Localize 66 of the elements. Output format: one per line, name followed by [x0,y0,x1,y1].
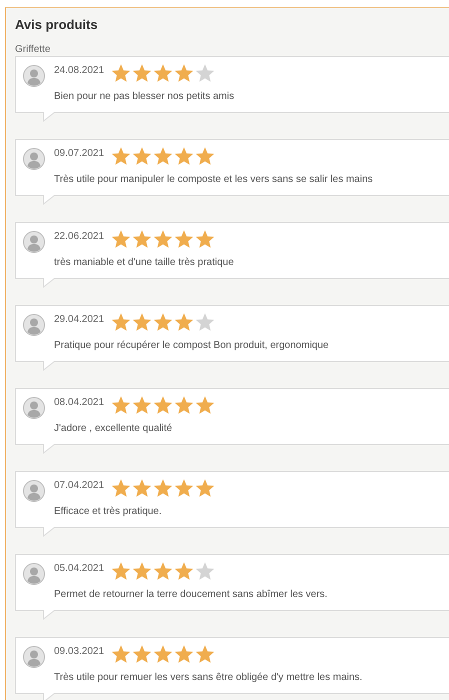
star-icon [153,644,174,664]
star-icon [132,229,152,249]
star-icon [174,312,194,332]
star-icon [132,312,152,332]
star-icon [132,478,152,498]
star-icon [195,395,216,415]
star-icon [174,478,194,498]
review-text: J'adore , excellente qualité [54,423,174,435]
star-icon [132,644,152,664]
avatar-icon [23,646,45,668]
star-icon [174,229,194,249]
review-date: 22.06.2021 [54,230,104,244]
star-icon [195,312,216,332]
star-icon [195,229,216,249]
star-icon [111,478,132,498]
section-title: Avis produits [15,16,99,34]
avatar-icon [23,314,45,336]
review-text: Très utile pour remuer les vers sans être obligée d'y mettre les mains. [54,672,362,684]
star-icon [153,561,174,581]
star-icon [195,146,216,166]
review-date: 09.07.2021 [54,147,104,161]
star-icon [111,146,132,166]
star-icon [111,63,132,83]
star-icon [153,229,174,249]
star-icon [174,561,194,581]
review-text: Bien pour ne pas blesser nos petits amis [54,91,234,103]
star-icon [132,395,152,415]
star-icon [174,146,194,166]
review-date: 29.04.2021 [54,313,104,327]
star-icon [174,63,194,83]
star-icon [153,146,174,166]
star-icon [153,395,174,415]
avatar-icon [23,563,45,585]
star-icon [111,395,132,415]
star-icon [111,229,132,249]
review-text: très maniable et d'une taille très pratique [54,257,234,269]
review-date: 24.08.2021 [54,64,104,78]
star-icon [195,478,216,498]
avatar-icon [23,65,45,87]
star-icon [153,478,174,498]
avatar-icon [23,148,45,170]
product-name: Griffette [15,44,52,56]
review-date: 09.03.2021 [54,645,104,659]
star-icon [174,644,194,664]
star-icon [132,146,152,166]
review-date: 05.04.2021 [54,562,104,576]
avatar-icon [23,231,45,253]
star-icon [174,395,194,415]
star-icon [132,63,152,83]
star-icon [111,312,132,332]
review-text: Efficace et très pratique. [54,506,163,518]
star-icon [153,312,174,332]
star-icon [195,644,216,664]
star-icon [132,561,152,581]
star-icon [153,63,174,83]
avatar-icon [23,480,45,502]
review-text: Pratique pour récupérer le compost Bon produit, ergonomique [54,340,329,352]
review-text: Très utile pour manipuler le composte et les vers sans se salir les mains [54,174,373,186]
star-icon [195,561,216,581]
star-icon [111,561,132,581]
review-text: Permet de retourner la terre doucement sans abîmer les vers. [54,589,328,601]
review-date: 08.04.2021 [54,396,104,410]
avatar-icon [23,397,45,419]
review-date: 07.04.2021 [54,479,104,493]
star-icon [195,63,216,83]
star-icon [111,644,132,664]
